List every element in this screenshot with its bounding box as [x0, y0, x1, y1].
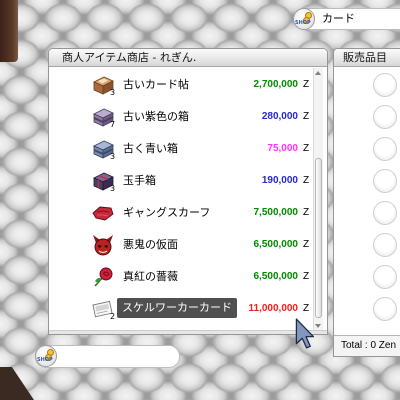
item-name: 古く青い箱 — [123, 142, 178, 155]
window-title-bar[interactable]: 商人アイテム商店 - れぎん. — [49, 49, 327, 67]
vendor-shop-window: 商人アイテム商店 - れぎん. 3 古いカード帖 2,700,000 Z 7 古… — [48, 48, 328, 335]
total-bar: Total : 0 Zen — [334, 335, 400, 356]
item-price: 7,500,000 — [253, 207, 299, 218]
crimson-rose-icon — [91, 265, 115, 289]
shop-item-row[interactable]: 3 古く青い箱 75,000 Z — [53, 133, 309, 165]
item-currency: Z — [303, 271, 310, 282]
window-footer — [49, 330, 327, 334]
gang-scarf-icon — [91, 201, 115, 225]
item-name: 真紅の薔薇 — [123, 270, 178, 283]
item-name-tooltip: スケルワーカーカード — [117, 298, 237, 318]
item-currency: Z — [303, 111, 310, 122]
item-quantity: 3 — [110, 152, 116, 161]
item-quantity: 3 — [110, 88, 116, 97]
item-quantity: 7 — [110, 120, 116, 129]
shop-icon: SHOP — [35, 345, 57, 367]
shop-icon: SHOP — [293, 8, 315, 30]
shop-icon-text: SHOP — [37, 357, 53, 363]
item-currency: Z — [303, 175, 310, 186]
shop-item-row[interactable]: 真紅の薔薇 6,500,000 Z — [53, 261, 309, 293]
item-name: 玉手箱 — [123, 174, 156, 187]
item-price: 190,000 — [261, 175, 298, 186]
item-quantity: 2 — [110, 312, 116, 321]
total-price: Total : 0 Zen — [341, 340, 397, 351]
shop-item-row[interactable]: 3 玉手箱 190,000 Z — [53, 165, 309, 197]
empty-item-slot — [373, 137, 397, 161]
shop-item-row[interactable]: ギャングスカーフ 7,500,000 Z — [53, 197, 309, 229]
shop-item-row[interactable]: 悪鬼の仮面 6,500,000 Z — [53, 229, 309, 261]
empty-item-slot — [373, 297, 397, 321]
item-name: 古いカード帖 — [123, 78, 189, 91]
empty-item-slot — [373, 169, 397, 193]
empty-item-slot — [373, 233, 397, 257]
item-quantity: 3 — [110, 184, 116, 193]
item-price: 6,500,000 — [253, 239, 299, 250]
window-title-bar[interactable]: 販売品目 — [334, 49, 400, 67]
shop-item-row[interactable]: 2 スケルワーカーカード 11,000,000 Z — [53, 293, 309, 325]
item-currency: Z — [303, 239, 310, 250]
item-currency: Z — [303, 207, 310, 218]
empty-item-slot — [373, 73, 397, 97]
world-object-wall — [0, 367, 34, 400]
item-price: 280,000 — [261, 111, 298, 122]
shop-item-row[interactable]: 7 古い紫色の箱 280,000 Z — [53, 101, 309, 133]
world-object-post — [0, 0, 18, 62]
empty-item-slot — [373, 265, 397, 289]
item-name: ギャングスカーフ — [123, 206, 211, 219]
shop-icon-text: SHOP — [295, 20, 311, 26]
item-currency: Z — [303, 79, 310, 90]
vendor-shop-sign[interactable]: SHOP — [35, 345, 180, 368]
item-list-scrollbar[interactable] — [313, 68, 323, 331]
item-price: 2,700,000 — [253, 79, 299, 90]
scroll-up-arrow-icon[interactable] — [314, 68, 323, 78]
item-price: 75,000 — [267, 143, 298, 154]
empty-item-slot — [373, 105, 397, 129]
item-currency: Z — [303, 143, 310, 154]
vendor-shop-sign[interactable]: SHOP カード — [293, 8, 400, 30]
item-name: 悪鬼の仮面 — [123, 238, 178, 251]
shop-sign-title: カード — [322, 12, 355, 25]
evil-mask-icon — [91, 233, 115, 257]
item-name: 古い紫色の箱 — [123, 110, 189, 123]
item-price: 6,500,000 — [253, 271, 299, 282]
mouse-cursor-icon — [295, 318, 315, 349]
shop-item-row[interactable]: 3 古いカード帖 2,700,000 Z — [53, 69, 309, 101]
purchase-list-window: 販売品目 Total : 0 Zen — [333, 48, 400, 357]
item-price: 11,000,000 — [248, 303, 299, 314]
scroll-thumb[interactable] — [315, 158, 322, 318]
empty-item-slot — [373, 201, 397, 225]
